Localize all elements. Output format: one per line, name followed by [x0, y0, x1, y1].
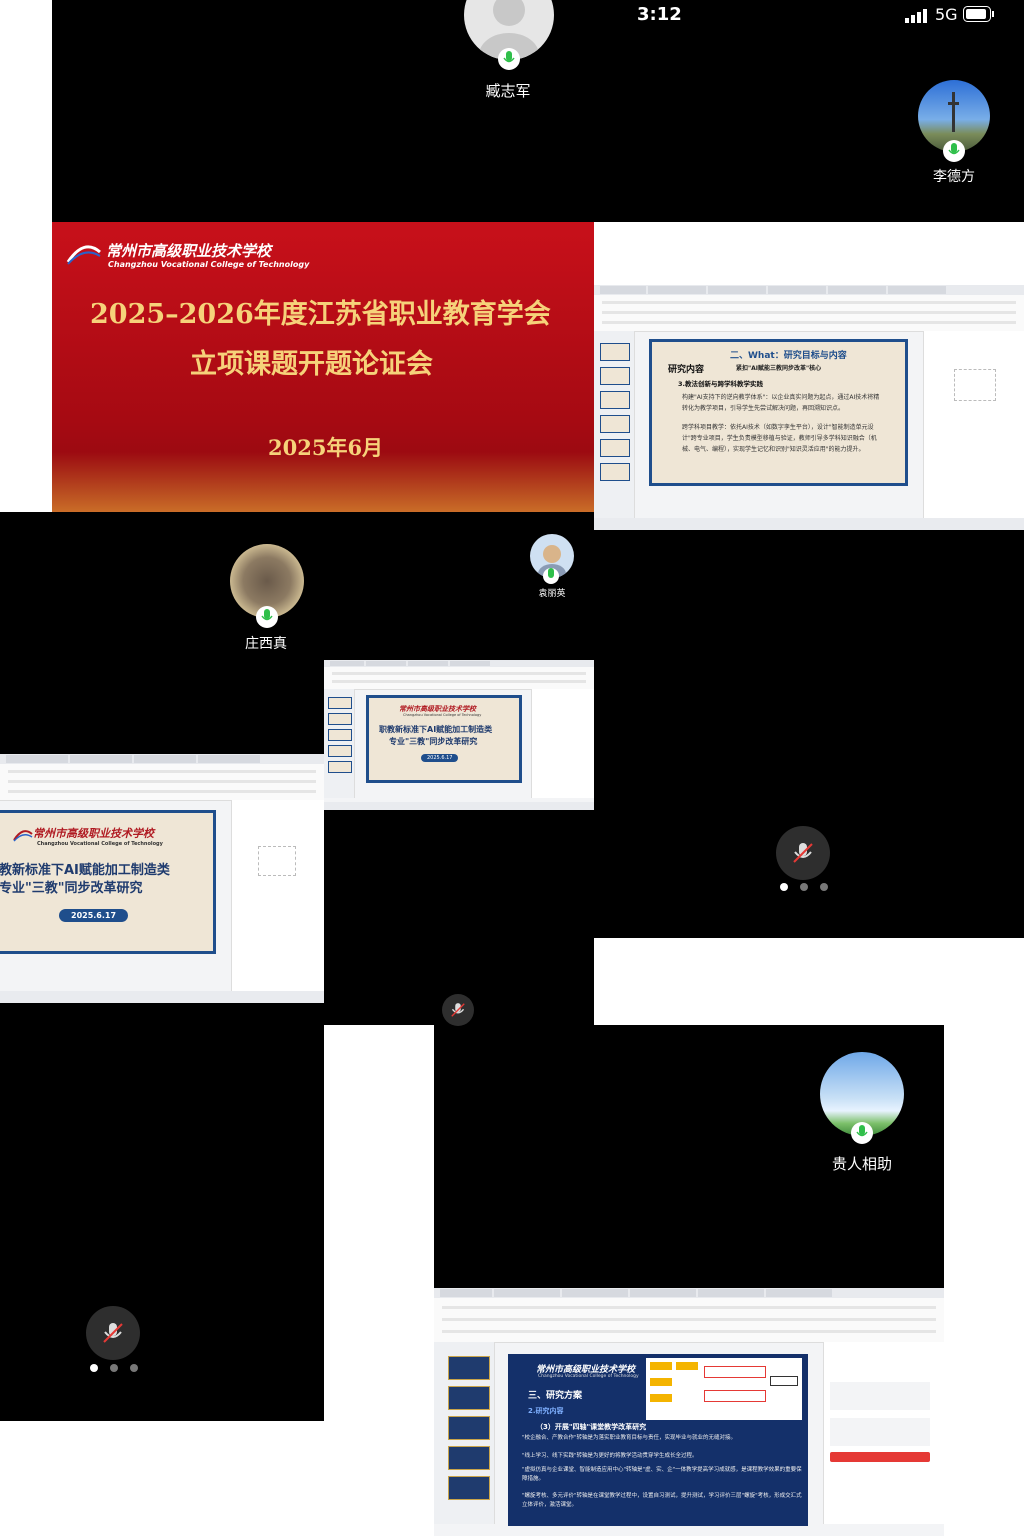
participant-name: 庄西真	[245, 636, 287, 652]
slide-date: 2025年6月	[268, 435, 384, 460]
school-name-cn: 常州市高级职业技术学校	[106, 242, 272, 260]
school-name-en: Changzhou Vocational College of Technolo…	[538, 1374, 639, 1379]
slide-title-1: 2025–2026年度江苏省职业教育学会	[90, 299, 551, 330]
slide-date: 2025.6.17	[59, 909, 129, 922]
school-name-en: Changzhou Vocational College of Technolo…	[108, 260, 310, 269]
battery-icon	[963, 6, 995, 22]
school-logo-icon	[66, 242, 102, 266]
app-tabs	[324, 660, 594, 667]
slide-title-2: 专业"三教"同步改革研究	[389, 737, 478, 746]
participant-name: 李德方	[933, 169, 975, 185]
toolbar-ribbon[interactable]	[0, 764, 324, 801]
slide-thumbnails[interactable]	[594, 331, 635, 518]
right-panel[interactable]	[923, 331, 1024, 518]
slide-paragraph-4: "螺旋考核、多元评价"转轴是在课堂教学过程中，设置自习测试，提升测试，学习评价三…	[522, 1493, 802, 1508]
mic-icon	[543, 568, 559, 584]
slide-title-1: 教新标准下AI赋能加工制造类	[0, 863, 170, 878]
mic-muted-icon[interactable]	[442, 994, 474, 1026]
right-panel[interactable]	[531, 689, 594, 798]
slide-thumbnails[interactable]	[324, 689, 355, 798]
slide-thumbnails[interactable]	[434, 1342, 495, 1524]
slide-bullet-2: 跨学科项目教学：依托AI技术（如数字孪生平台），设计"智能制造单元设计"跨专业项…	[682, 424, 877, 453]
toolbar-ribbon[interactable]	[434, 1298, 944, 1343]
screen-share-bottom[interactable]: 常州市高级职业技术学校 Changzhou Vocational College…	[434, 1288, 944, 1536]
apply-button[interactable]	[830, 1452, 930, 1462]
screen-share-top[interactable]: 二、What：研究目标与内容 研究内容 紧扣"AI赋能三教同步改革"核心 3.教…	[594, 285, 1024, 530]
tile-bottom-left[interactable]	[0, 1003, 324, 1421]
participant-name: 臧志军	[485, 82, 531, 100]
toolbar-ribbon[interactable]	[594, 295, 1024, 332]
mic-icon	[256, 606, 278, 628]
mic-icon	[943, 140, 965, 162]
slide-paragraph-3: "虚拟仿真与企业课堂、智能制造应用中心"转轴是"虚、实、企"一体教学提高学习成就…	[522, 1467, 802, 1482]
school-name-en: Changzhou Vocational College of Technolo…	[37, 841, 163, 847]
slide-title-2: 立项课题开题论证会	[190, 349, 433, 380]
status-time: 3:12	[637, 4, 682, 25]
slide-canvas[interactable]: 常州市高级职业技术学校 Changzhou Vocational College…	[0, 810, 216, 954]
screen-share-mid[interactable]: 常州市高级职业技术学校 Changzhou Vocational College…	[324, 660, 594, 810]
slide-paragraph-1: "校企融合、产教合作"转轴是为落实职业教育目标与责任，实现毕业与就业的无缝对接。	[522, 1435, 737, 1441]
slide-bullet-1: 构建"AI支持下的逆向教学体系"：以企业真实问题为起点，通过AI技术将精转化为教…	[682, 394, 880, 412]
school-name-en: Changzhou Vocational College of Technolo…	[403, 713, 482, 717]
shared-slide-red[interactable]: 常州市高级职业技术学校 Changzhou Vocational College…	[52, 222, 594, 512]
app-tabs	[0, 754, 324, 764]
slide-paragraph-2: "线上学习、线下实践"转轴是为更好的将教学活动贯穿学生成长全过程。	[522, 1453, 698, 1459]
slide-para-title: （3）开展"四轴"课堂教学改革研究	[536, 1423, 647, 1431]
mic-icon	[498, 48, 520, 70]
screen-share-left[interactable]: 常州市高级职业技术学校 Changzhou Vocational College…	[0, 754, 324, 1003]
school-logo-icon	[13, 827, 33, 842]
slide-section-title: 三、研究方案	[528, 1391, 583, 1401]
slide-heading: 研究内容	[668, 365, 705, 375]
slide-subheading: 紧扣"AI赋能三教同步改革"核心	[736, 365, 822, 372]
page-indicator[interactable]	[780, 883, 828, 891]
network-label: 5G	[935, 5, 958, 24]
slide-canvas[interactable]: 二、What：研究目标与内容 研究内容 紧扣"AI赋能三教同步改革"核心 3.教…	[649, 339, 908, 486]
signal-icon	[905, 8, 929, 23]
right-panel[interactable]	[823, 1342, 944, 1524]
slide-canvas[interactable]: 常州市高级职业技术学校 Changzhou Vocational College…	[508, 1354, 808, 1526]
page-indicator[interactable]	[90, 1364, 138, 1372]
slide-section-title: 二、What：研究目标与内容	[730, 351, 847, 361]
slide-title-2: 专业"三教"同步改革研究	[0, 881, 143, 896]
mic-muted-icon[interactable]	[776, 826, 830, 880]
window-statusbar	[324, 802, 594, 810]
mic-muted-icon[interactable]	[86, 1306, 140, 1360]
participant-name: 袁丽英	[538, 589, 566, 599]
slide-canvas[interactable]: 常州市高级职业技术学校 Changzhou Vocational College…	[366, 695, 522, 783]
right-panel[interactable]	[231, 800, 324, 991]
participant-name: 贵人相助	[831, 1155, 892, 1173]
app-tabs	[434, 1288, 944, 1298]
slide-date: 2025.6.17	[421, 754, 459, 762]
slide-diagram	[646, 1358, 802, 1420]
window-statusbar	[0, 991, 324, 1003]
school-name-cn: 常州市高级职业技术学校	[33, 827, 154, 840]
app-tabs	[594, 285, 1024, 295]
slide-title-1: 职教新标准下AI赋能加工制造类	[379, 725, 493, 734]
slide-point-title: 3.教法创新与跨学科教学实践	[678, 380, 763, 388]
mic-icon	[851, 1122, 873, 1144]
slide-subsection: 2.研究内容	[528, 1407, 564, 1415]
tile-center[interactable]	[324, 810, 594, 1025]
window-statusbar	[594, 518, 1024, 530]
toolbar-ribbon[interactable]	[324, 667, 594, 690]
